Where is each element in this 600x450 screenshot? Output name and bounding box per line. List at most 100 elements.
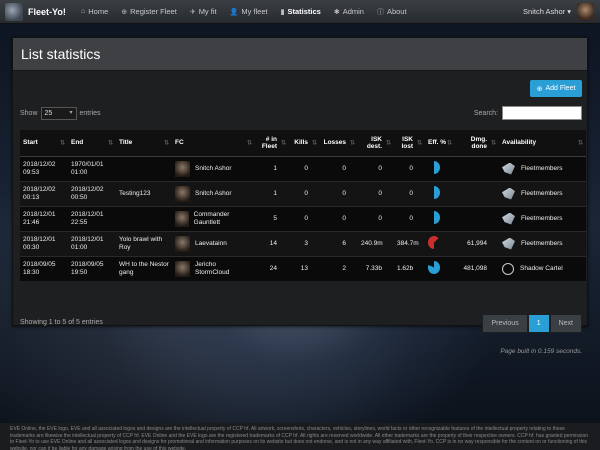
availability-label: Fleetmembers: [521, 189, 563, 197]
sort-icon: ⇅: [490, 140, 496, 147]
cell-isk-dest: 0: [358, 205, 394, 231]
cell-title: [116, 205, 172, 231]
column-header[interactable]: Title ⇅: [116, 130, 172, 157]
availability-label: Fleetmembers: [521, 214, 563, 222]
column-header[interactable]: FC ⇅: [172, 130, 255, 157]
brand[interactable]: Fleet-Yo!: [5, 2, 81, 21]
nav-icon: ⌂: [81, 8, 86, 15]
sort-icon: ⇅: [107, 140, 113, 147]
next-button[interactable]: Next: [549, 314, 582, 333]
column-header-label: ISK dest.: [366, 135, 382, 150]
cell-avail: Fleetmembers: [499, 205, 586, 231]
cell-end: 2018/12/02 00:50: [68, 180, 116, 206]
table-row[interactable]: 2018/12/02 09:53 1970/01/01 01:00 Snitch A…: [20, 155, 586, 181]
cell-fc: Jericho StormCloud: [172, 255, 255, 281]
nav-item-about[interactable]: ⓘ About: [377, 7, 407, 17]
fc-portrait: [175, 260, 190, 277]
sort-icon: ⇅: [280, 140, 286, 147]
column-header[interactable]: # in Fleet ⇅: [255, 130, 289, 157]
nav-item-home[interactable]: ⌂ Home: [81, 7, 108, 16]
fc-name: Commander Gauntlett: [193, 210, 230, 226]
entries-label: entries: [79, 109, 101, 117]
cell-isk-lost: 384.7m: [394, 230, 425, 256]
column-header-label: Losses: [323, 139, 346, 147]
fc-portrait: [175, 210, 189, 227]
nav-item-statistics[interactable]: ▮ Statistics: [281, 7, 321, 16]
cell-start: 2018/09/05 18:30: [20, 255, 68, 281]
cell-kills: 0: [289, 205, 320, 231]
nav-item-label: Home: [88, 7, 109, 16]
nav-item-my-fit[interactable]: ✈ My fit: [190, 7, 217, 16]
availability-label: Fleetmembers: [521, 239, 563, 247]
table-row[interactable]: 2018/09/05 18:30 2018/09/05 19:50 WH to th…: [20, 255, 586, 281]
cell-fc: Snitch Ashor: [172, 155, 255, 181]
sort-icon: ⇅: [59, 140, 65, 147]
column-header-label: Availability: [502, 139, 537, 147]
cell-end: 1970/01/01 01:00: [68, 155, 116, 181]
previous-button[interactable]: Previous: [482, 314, 528, 333]
column-header[interactable]: Dmg. done ⇅: [455, 130, 499, 157]
nav-item-register-fleet[interactable]: ⊕ Register Fleet: [121, 7, 177, 16]
column-header[interactable]: End ⇅: [68, 130, 116, 157]
brand-title: Fleet-Yo!: [28, 6, 66, 17]
fc-name: Jericho StormCloud: [194, 260, 230, 276]
add-fleet-button[interactable]: ⊕ Add Fleet: [530, 80, 582, 97]
cell-avail: Shadow Cartel: [499, 255, 586, 281]
page-1-button[interactable]: 1: [527, 314, 550, 333]
cell-fleet: 1: [255, 180, 289, 206]
efficiency-pie: [428, 185, 440, 199]
fc-portrait: [175, 235, 190, 252]
cell-losses: 2: [320, 255, 358, 281]
entries-select[interactable]: 25 ▾: [40, 106, 77, 120]
cell-eff: [425, 180, 455, 206]
nav-item-admin[interactable]: ✱ Admin: [334, 7, 364, 16]
sort-icon: ⇅: [311, 140, 317, 147]
cell-dmg: [455, 205, 499, 231]
nav-item-label: My fit: [198, 7, 217, 16]
column-header-label: Start: [23, 139, 38, 147]
table-row[interactable]: 2018/12/01 00:30 2018/12/01 01:00 Yolo bra…: [20, 230, 586, 256]
search-input[interactable]: [502, 106, 582, 120]
cell-kills: 13: [289, 255, 320, 281]
fc-portrait: [175, 160, 190, 177]
column-header-label: # in Fleet: [261, 135, 277, 150]
column-header[interactable]: Start ⇅: [20, 130, 68, 157]
nav-icon: 👤: [229, 8, 239, 16]
statistics-panel: List statistics ⊕ Add Fleet Show 25 ▾ en…: [12, 37, 588, 355]
nav-item-label: About: [386, 7, 407, 16]
nav-item-label: My fleet: [241, 7, 268, 16]
table-row[interactable]: 2018/12/01 21:46 2018/12/01 22:55 Commande…: [20, 205, 586, 231]
cell-dmg: [455, 155, 499, 181]
column-header-label: Kills: [294, 139, 308, 147]
nav-item-label: Admin: [342, 7, 364, 16]
entries-value: 25: [44, 109, 53, 117]
sort-icon: ⇅: [385, 140, 391, 147]
column-header[interactable]: Kills ⇅: [289, 130, 320, 157]
cell-eff: [425, 205, 455, 231]
table-row[interactable]: 2018/12/02 00:13 2018/12/02 00:50 Testing1…: [20, 180, 586, 206]
user-menu[interactable]: Snitch Ashor ▾: [523, 7, 571, 16]
ship-icon: [502, 187, 515, 200]
column-header[interactable]: Losses ⇅: [320, 130, 358, 157]
column-header[interactable]: ISK dest. ⇅: [358, 130, 394, 157]
plus-circle-icon: ⊕: [536, 85, 543, 93]
avatar[interactable]: [577, 3, 594, 20]
add-fleet-label: Add Fleet: [545, 85, 576, 92]
column-header[interactable]: Eff. % ⇅: [425, 130, 455, 157]
fc-portrait: [175, 185, 190, 202]
column-header[interactable]: Availability ⇅: [499, 130, 586, 157]
cell-isk-dest: 240.9m: [358, 230, 394, 256]
cell-dmg: 61,994: [455, 230, 499, 256]
cell-isk-lost: 0: [394, 155, 425, 181]
column-header[interactable]: ISK lost ⇅: [394, 130, 425, 157]
nav-item-label: Statistics: [287, 7, 321, 16]
cell-losses: 0: [320, 155, 358, 181]
cell-losses: 0: [320, 180, 358, 206]
cell-start: 2018/12/01 21:46: [20, 205, 68, 231]
table-header-row: Start ⇅ End ⇅ Title ⇅ FC ⇅ # in Fleet ⇅ Kills ⇅ Loss…: [20, 130, 586, 157]
cell-avail: Fleetmembers: [499, 155, 586, 181]
column-header-label: Title: [119, 139, 133, 147]
cell-isk-dest: 0: [358, 155, 394, 181]
nav-item-my-fleet[interactable]: 👤 My fleet: [230, 7, 268, 16]
fc-name: Snitch Ashor: [195, 164, 232, 172]
